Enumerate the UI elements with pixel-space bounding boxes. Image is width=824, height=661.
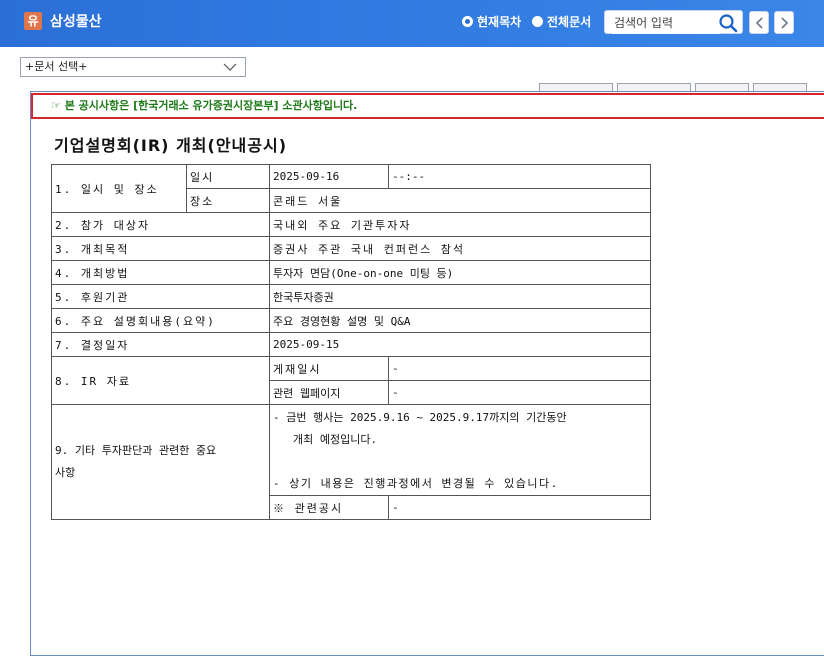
other-matters-line1: - 금번 행사는 2025.9.16 ~ 2025.9.17까지의 기간동안 [273,411,567,424]
cell-related: - [388,495,651,520]
row-label-ir-materials: 8. IR 자료 [51,356,270,405]
company-name[interactable]: 삼성물산 [50,11,102,31]
cell-post-date: - [388,356,651,381]
other-matters-line2: 개최 예정입니다. [293,433,378,446]
chevron-left-icon [755,17,763,29]
cell-method: 투자자 면담(One-on-one 미팅 등) [269,260,651,285]
row-label-decision-date: 7. 결정일자 [51,332,270,357]
chevron-down-icon [223,63,237,71]
table-row: 7. 결정일자 2025-09-15 [51,332,651,357]
cell-sponsor: 한국투자증권 [269,284,651,309]
cell-date: 2025-09-16 [269,164,389,189]
next-button[interactable] [774,11,794,34]
table-row: 6. 주요 설명회내용(요약) 주요 경영현황 설명 및 Q&A [51,308,651,333]
table-row: 9. 기타 투자판단과 관련한 중요 사항 - 금번 행사는 2025.9.16… [51,404,651,520]
cell-webpage: - [388,380,651,405]
table-row: 2. 참가 대상자 국내외 주요 기관투자자 [51,212,651,237]
row-label-participants: 2. 참가 대상자 [51,212,270,237]
table-row: 3. 개최목적 증권사 주관 국내 컨퍼런스 참석 [51,236,651,261]
row-label-schedule: 1. 일시 및 장소 [51,164,187,213]
cell-other-matters: - 금번 행사는 2025.9.16 ~ 2025.9.17까지의 기간동안 개… [269,404,651,496]
row-label-purpose: 3. 개최목적 [51,236,270,261]
radio-unselected-icon[interactable] [532,16,543,27]
ir-info-table: 1. 일시 및 장소 일시 2025-09-16 --:-- 장소 콘래드 서울… [51,164,651,520]
radio-all-docs[interactable]: 전체문서 [532,13,591,30]
radio-all-docs-label: 전체문서 [547,15,592,29]
row-sublabel-post-date: 게재일시 [269,356,389,381]
header-bar: 유 삼성물산 현재목차 전체문서 [0,0,824,47]
chevron-right-icon [781,17,789,29]
prev-button[interactable] [749,11,769,34]
cell-participants: 국내외 주요 기관투자자 [269,212,651,237]
row-label-summary: 6. 주요 설명회내용(요약) [51,308,270,333]
radio-current-toc-label: 현재목차 [477,15,522,29]
row-sublabel-related: ※ 관련공시 [269,495,389,520]
radio-current-toc[interactable]: 현재목차 [462,13,521,30]
row-label-other-line2: 사항 [55,466,76,479]
document-viewer[interactable]: ☞ 본 공시사항은 [한국거래소 유가증권시장본부] 소관사항입니다. 기업설명… [30,91,824,656]
document-title: 기업설명회(IR) 개최(안내공시) [54,136,288,155]
table-row: 4. 개최방법 투자자 면담(One-on-one 미팅 등) [51,260,651,285]
row-label-sponsor: 5. 후원기관 [51,284,270,309]
cell-place: 콘래드 서울 [269,188,651,213]
row-label-other-line1: 9. 기타 투자판단과 관련한 중요 [55,444,217,457]
company-logo: 유 [24,12,42,30]
row-label-method: 4. 개최방법 [51,260,270,285]
search-box[interactable] [604,10,743,34]
document-select-label: +문서 선택+ [25,60,88,73]
table-row: 5. 후원기관 한국투자증권 [51,284,651,309]
row-sublabel-webpage: 관련 웹페이지 [269,380,389,405]
row-sublabel-datetime: 일시 [186,164,270,189]
radio-selected-icon[interactable] [462,16,473,27]
cell-time: --:-- [388,164,651,189]
table-row: 8. IR 자료 게재일시 - [51,356,651,405]
row-sublabel-place: 장소 [186,188,270,213]
search-input[interactable] [612,12,720,34]
cell-purpose: 증권사 주관 국내 컨퍼런스 참석 [269,236,651,261]
other-matters-line3: - 상기 내용은 진행과정에서 변경될 수 있습니다. [273,477,559,490]
search-icon[interactable] [718,13,738,33]
row-label-other-matters: 9. 기타 투자판단과 관련한 중요 사항 [51,404,270,520]
cell-decision-date: 2025-09-15 [269,332,651,357]
cell-summary: 주요 경영현황 설명 및 Q&A [269,308,651,333]
document-select[interactable]: +문서 선택+ [20,57,246,77]
table-row: 1. 일시 및 장소 일시 2025-09-16 --:-- [51,164,651,213]
notice-banner: ☞ 본 공시사항은 [한국거래소 유가증권시장본부] 소관사항입니다. [31,93,824,119]
